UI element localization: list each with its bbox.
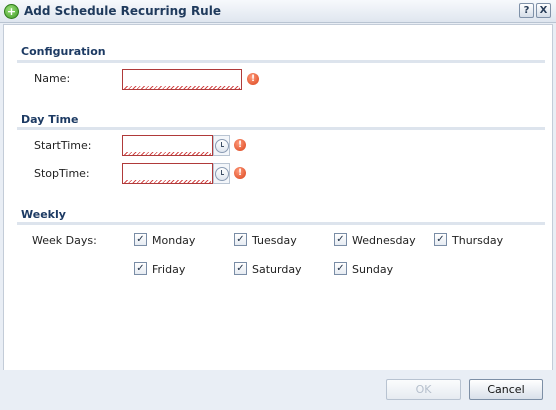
tuesday-label: Tuesday [252,234,297,247]
section-divider [17,127,545,130]
stop-time-trigger[interactable] [213,163,230,184]
week-days-label: Week Days: [32,234,97,247]
name-input[interactable] [122,69,242,90]
thursday-checkbox[interactable]: ✓ [434,233,447,246]
saturday-checkbox[interactable]: ✓ [234,262,247,275]
start-time-input[interactable] [122,135,213,156]
section-title-configuration: Configuration [21,45,106,58]
close-button[interactable]: X [536,3,551,18]
dialog-footer: OK Cancel [0,370,556,410]
start-time-trigger[interactable] [213,135,230,156]
dialog-body: Configuration Name: ! Day Time StartTime… [3,24,553,371]
cancel-button[interactable]: Cancel [469,379,543,400]
error-icon: ! [234,139,246,151]
dialog-titlebar: + Add Schedule Recurring Rule ? X [0,0,556,23]
sunday-label: Sunday [352,263,394,276]
name-label: Name: [34,72,71,85]
ok-button[interactable]: OK [386,379,461,400]
stop-time-input[interactable] [122,163,213,184]
section-divider [17,222,545,225]
error-icon: ! [247,73,259,85]
section-divider [17,60,545,63]
thursday-label: Thursday [452,234,504,247]
friday-checkbox[interactable]: ✓ [134,262,147,275]
wednesday-checkbox[interactable]: ✓ [334,233,347,246]
saturday-label: Saturday [252,263,302,276]
friday-label: Friday [152,263,186,276]
wednesday-label: Wednesday [352,234,416,247]
sunday-checkbox[interactable]: ✓ [334,262,347,275]
error-icon: ! [234,167,246,179]
clock-icon [215,139,229,153]
clock-icon [215,167,229,181]
dialog-title: Add Schedule Recurring Rule [24,4,221,18]
monday-checkbox[interactable]: ✓ [134,233,147,246]
help-button[interactable]: ? [519,3,534,18]
tuesday-checkbox[interactable]: ✓ [234,233,247,246]
stop-time-label: StopTime: [34,167,90,180]
start-time-label: StartTime: [34,139,92,152]
monday-label: Monday [152,234,196,247]
add-icon: + [4,4,19,19]
section-title-day-time: Day Time [21,113,79,126]
section-title-weekly: Weekly [21,208,66,221]
